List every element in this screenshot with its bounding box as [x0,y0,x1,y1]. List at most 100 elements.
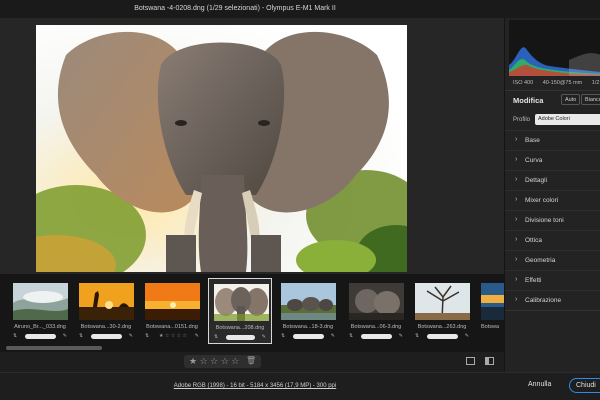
sync-icon: ⇅ [79,333,84,339]
chevron-right-icon: › [515,216,518,223]
thumbnail-name: Botswana...06-3.dng [350,324,402,330]
thumbnail-name: Botswa [480,324,500,330]
thumbnail-name: Botswana...30-2.dng [80,324,132,330]
thumbnail[interactable]: Botswa [476,278,504,344]
section-label: Geometria [525,257,556,264]
sync-icon: ⇅ [349,333,354,339]
chevron-right-icon: › [515,196,518,203]
edit-badge-icon: ✎ [330,333,335,339]
section-label: Effetti [525,277,542,284]
section-label: Mixer colori [525,197,559,204]
filmstrip[interactable]: Airuno_Br..._033.dng ⇅ ✎ Botswana...30-2… [0,274,504,352]
window-title: Botswana -4-0208.dng (1/29 selezionati) … [134,5,336,12]
thumbnail[interactable]: Botswana...06-3.dng ⇅ ✎ [344,278,408,344]
section-label: Base [525,137,540,144]
thumbnail-image [145,283,200,320]
elephant-photo [36,25,407,272]
section-label: Calibrazione [525,297,562,304]
thumbnail-image [349,283,404,320]
histogram-graph [509,47,600,76]
sync-icon: ⇅ [13,333,18,339]
close-button[interactable]: Chiudi [569,378,600,393]
status-bar: Adobe RGB (1998) - 16 bit - 5184 x 3456 … [0,372,600,400]
edit-badge-icon: ✎ [398,333,403,339]
bw-button[interactable]: Bianco [581,94,600,105]
section-ottica[interactable]: › Ottica [505,230,600,250]
thumbnail[interactable]: Botswana...0151.dng ⇅ ★ ☆ ☆ ☆ ☆ ✎ [140,278,204,344]
auto-button[interactable]: Auto [561,94,581,105]
edit-badge-icon: ✎ [128,333,133,339]
section-label: Dettagli [525,177,548,184]
thumbnail-image [481,283,504,320]
chevron-right-icon: › [515,236,518,243]
section-divisione-toni[interactable]: › Divisione toni [505,210,600,230]
star-rating[interactable]: ★ ☆ ☆ ☆ ☆ 🗑 [184,355,261,368]
thumbnail-selected[interactable]: Botswana...208.dng ⇅ ✎ [208,278,272,344]
section-base[interactable]: › Base [505,130,600,150]
chevron-right-icon: › [515,296,518,303]
thumbnail-meta: ⇅ ✎ [77,333,135,340]
chevron-right-icon: › [515,156,518,163]
thumbnail-name: Botswana...18-3.dng [282,324,334,330]
thumbnail-image [79,283,134,320]
edit-badge-icon: ✎ [261,334,266,340]
thumbnail[interactable]: Botswana...263.dng ⇅ ✎ [410,278,474,344]
sync-icon: ⇅ [145,333,150,339]
thumbnail[interactable]: Botswana...18-3.dng ⇅ ✎ [276,278,340,344]
edit-panel: ISO 400 40-150@75 mm 1/2 Modifica Auto B… [504,18,600,372]
camera-info: ISO 400 40-150@75 mm 1/2 [513,80,600,86]
section-curva[interactable]: › Curva [505,150,600,170]
chevron-right-icon: › [515,136,518,143]
section-dettagli[interactable]: › Dettagli [505,170,600,190]
iso-value: ISO 400 [513,80,534,86]
edit-badge-icon: ✎ [194,333,199,339]
main-photo[interactable] [36,25,407,272]
edit-badge-icon: ✎ [62,333,67,339]
section-effetti[interactable]: › Effetti [505,270,600,290]
thumbnail-name: Botswana...0151.dng [146,324,198,330]
profile-label: Profilo [513,117,531,123]
divider [505,310,600,311]
profile-select[interactable]: Adobe Colori [535,114,600,125]
section-geometria[interactable]: › Geometria [505,250,600,270]
rating-stars[interactable]: ★ ☆ ☆ ☆ ☆ [189,356,239,367]
section-label: Ottica [525,237,542,244]
thumbnail-meta: ⇅ ✎ [413,333,471,340]
cancel-button[interactable]: Annulla [528,381,551,388]
thumbnail-meta: ⇅ ★ ☆ ☆ ☆ ☆ ✎ [143,333,201,340]
compare-view-icon[interactable] [485,357,494,365]
title-bar: Botswana -4-0208.dng (1/29 selezionati) … [0,0,600,18]
sync-icon: ⇅ [214,334,219,340]
photo-canvas[interactable] [0,18,504,274]
section-label: Divisione toni [525,217,564,224]
thumbnail-image [13,283,68,320]
thumbnail-meta: ⇅ ✎ [347,333,405,340]
thumbnail-name: Botswana...263.dng [417,324,467,330]
section-calibrazione[interactable]: › Calibrazione [505,290,600,310]
thumbnail-rating-bar [226,335,255,340]
section-mixer-colori[interactable]: › Mixer colori [505,190,600,210]
thumbnail[interactable]: Botswana...30-2.dng ⇅ ✎ [74,278,138,344]
rating-bar: ★ ☆ ☆ ☆ ☆ 🗑 [0,352,504,372]
histogram [509,20,600,76]
divider [505,90,600,91]
thumbnail-image [214,284,269,321]
filmstrip-view-icon[interactable] [466,357,475,365]
thumbnail-rating-bar [293,334,324,339]
thumbnail-meta: ⇅ ✎ [11,333,69,340]
thumbnail[interactable]: Airuno_Br..._033.dng ⇅ ✎ [8,278,72,344]
thumbnail-image [415,283,470,320]
sync-icon: ⇅ [415,333,420,339]
thumbnail-rating-bar [427,334,458,339]
lens-value: 40-150@75 mm [542,80,583,86]
thumbnail-rating-bar [91,334,122,339]
chevron-right-icon: › [515,176,518,183]
shutter-value: 1/2 [591,80,600,86]
thumbnail-image [281,283,336,320]
workflow-options-link[interactable]: Adobe RGB (1998) - 16 bit - 5184 x 3456 … [135,383,375,389]
chevron-right-icon: › [515,276,518,283]
thumbnail-stars[interactable]: ★ ☆ ☆ ☆ ☆ [159,333,187,339]
thumbnail-name: Botswana...208.dng [215,325,265,331]
trash-icon[interactable]: 🗑 [246,356,256,365]
filmstrip-scrollbar[interactable] [6,346,102,350]
